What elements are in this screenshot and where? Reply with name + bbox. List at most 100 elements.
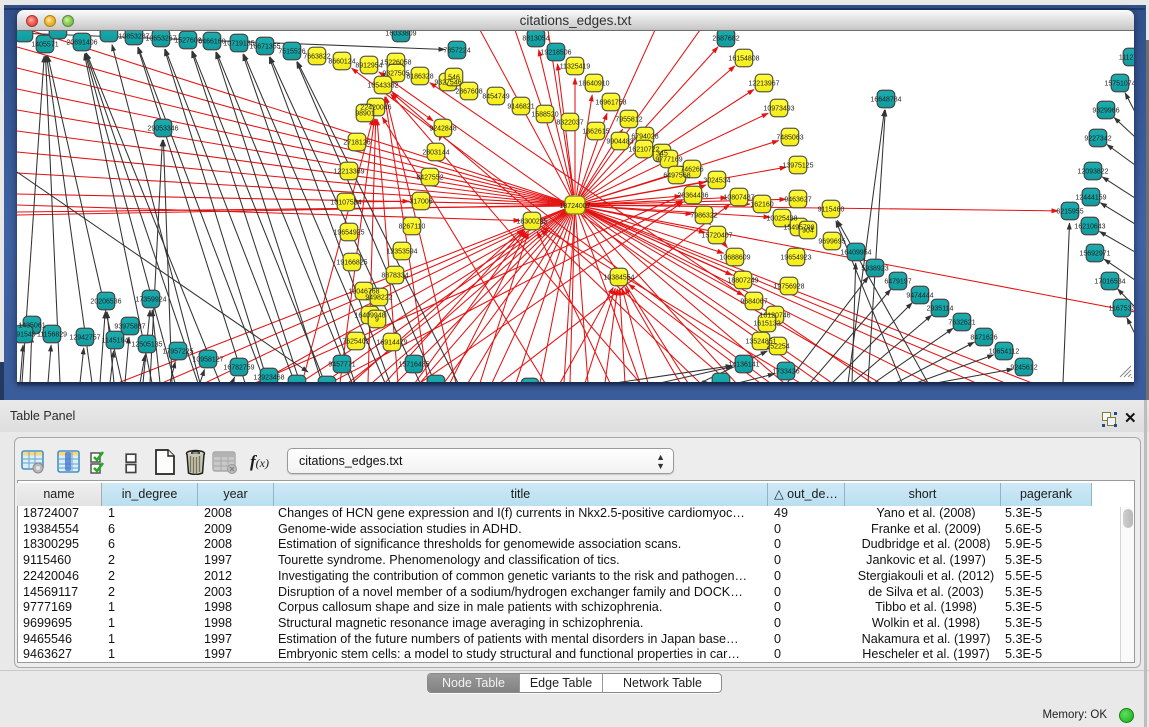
- svg-text:19218506: 19218506: [540, 50, 571, 57]
- svg-text:7625402: 7625402: [342, 339, 369, 346]
- svg-text:12923468: 12923468: [253, 375, 284, 382]
- svg-text:19384554: 19384554: [603, 275, 634, 282]
- svg-text:8813054: 8813054: [522, 36, 549, 43]
- svg-text:18640910: 18640910: [578, 81, 609, 88]
- svg-text:12353594: 12353594: [386, 249, 417, 256]
- svg-text:12213967: 12213967: [748, 81, 779, 88]
- svg-text:8912954: 8912954: [355, 63, 382, 70]
- svg-text:19166825: 19166825: [336, 260, 367, 267]
- svg-text:1167533: 1167533: [1109, 306, 1134, 313]
- svg-text:16961758: 16961758: [595, 100, 626, 107]
- svg-text:12444159: 12444159: [1075, 195, 1106, 202]
- svg-text:7485063: 7485063: [776, 135, 803, 142]
- svg-text:10025438: 10025438: [766, 216, 797, 223]
- svg-text:6479197: 6479197: [884, 279, 911, 286]
- svg-text:8322037: 8322037: [556, 120, 583, 127]
- svg-text:1112714: 1112714: [1119, 55, 1134, 62]
- svg-text:16782759: 16782759: [223, 365, 254, 372]
- svg-text:252254: 252254: [766, 344, 789, 351]
- svg-text:18724007: 18724007: [559, 203, 590, 210]
- svg-text:17016534: 17016534: [1094, 279, 1125, 286]
- svg-text:2935114: 2935114: [927, 306, 954, 313]
- svg-text:8878334: 8878334: [381, 273, 408, 280]
- svg-text:1405571: 1405571: [31, 42, 58, 49]
- svg-text:9457771: 9457771: [328, 362, 355, 369]
- svg-text:17957225: 17957225: [162, 349, 193, 356]
- svg-text:16120746: 16120746: [759, 313, 790, 320]
- svg-text:1733426: 1733426: [772, 369, 799, 376]
- svg-text:9777169: 9777169: [655, 157, 682, 164]
- svg-text:546: 546: [448, 75, 460, 82]
- svg-text:11156829: 11156829: [37, 332, 67, 339]
- svg-text:1362615: 1362615: [582, 129, 609, 136]
- svg-text:162160: 162160: [750, 202, 773, 209]
- svg-text:7663822: 7663822: [303, 54, 330, 61]
- svg-text:16648784: 16648784: [870, 97, 901, 104]
- svg-text:9684067: 9684067: [740, 299, 767, 306]
- svg-text:8454749: 8454749: [482, 94, 509, 101]
- svg-text:8267110: 8267110: [399, 224, 426, 231]
- svg-text:391549: 391549: [17, 332, 36, 339]
- svg-text:20206536: 20206536: [90, 299, 121, 306]
- svg-text:5938923: 5938923: [861, 266, 888, 273]
- svg-text:2687682: 2687682: [712, 36, 739, 43]
- svg-text:6466160: 6466160: [198, 39, 225, 46]
- svg-text:17359924: 17359924: [135, 297, 166, 304]
- svg-text:7857224: 7857224: [443, 48, 470, 55]
- svg-text:9699695: 9699695: [818, 239, 845, 246]
- svg-text:16210643: 16210643: [1074, 224, 1105, 231]
- svg-text:98901: 98901: [355, 111, 375, 118]
- svg-text:15751074: 15751074: [1104, 81, 1134, 88]
- svg-text:6794028: 6794028: [631, 134, 658, 141]
- svg-text:16914479: 16914479: [376, 340, 407, 347]
- svg-text:29053346: 29053346: [147, 126, 178, 133]
- svg-text:9115460: 9115460: [818, 207, 845, 214]
- svg-text:16210722: 16210722: [628, 147, 659, 154]
- svg-text:9: 9: [375, 317, 379, 324]
- svg-text:12093822: 12093822: [1077, 169, 1108, 176]
- svg-text:15716485: 15716485: [398, 362, 429, 369]
- svg-text:1588520: 1588520: [531, 112, 558, 119]
- svg-text:6497568: 6497568: [663, 173, 690, 180]
- svg-text:10973493: 10973493: [763, 106, 794, 113]
- svg-text:15692971: 15692971: [1079, 251, 1110, 258]
- svg-text:12213369: 12213369: [333, 169, 364, 176]
- svg-text:20691406: 20691406: [66, 40, 97, 47]
- svg-text:9463627: 9463627: [784, 197, 811, 204]
- svg-text:10653267: 10653267: [145, 36, 176, 43]
- svg-text:19654925: 19654925: [333, 230, 364, 237]
- svg-text:19654923: 19654923: [780, 255, 811, 262]
- svg-text:19756928: 19756928: [773, 284, 804, 291]
- svg-text:9474444: 9474444: [906, 293, 933, 300]
- svg-text:11325419: 11325419: [560, 64, 591, 71]
- svg-text:1145194: 1145194: [102, 338, 129, 345]
- svg-text:16409948: 16409948: [354, 313, 385, 320]
- svg-text:18807249: 18807249: [727, 278, 758, 285]
- svg-text:8215955: 8215955: [1056, 209, 1083, 216]
- svg-text:904: 904: [802, 228, 814, 235]
- svg-text:10807487: 10807487: [723, 195, 754, 202]
- svg-text:8660124: 8660124: [328, 59, 355, 66]
- svg-text:15226058: 15226058: [380, 60, 411, 67]
- svg-text:9329966: 9329966: [1092, 108, 1119, 115]
- svg-text:8471626: 8471626: [970, 335, 997, 342]
- svg-text:10654112: 10654112: [989, 349, 1020, 356]
- svg-text:10107534: 10107534: [330, 200, 361, 207]
- svg-text:10958127: 10958127: [192, 357, 223, 364]
- svg-text:746266: 746266: [680, 167, 703, 174]
- svg-text:9498222: 9498222: [365, 295, 392, 302]
- svg-text:14136141: 14136141: [728, 362, 759, 369]
- svg-text:15720407: 15720407: [701, 233, 732, 240]
- svg-text:9242848: 9242848: [429, 126, 456, 133]
- svg-text:9904483: 9904483: [606, 139, 633, 146]
- svg-text:317006: 317006: [409, 199, 432, 206]
- svg-text:8427552: 8427552: [416, 175, 443, 182]
- svg-text:18300295: 18300295: [516, 219, 547, 226]
- svg-text:16409954: 16409954: [840, 250, 871, 257]
- svg-text:9227342: 9227342: [1084, 136, 1111, 143]
- svg-text:16033809: 16033809: [385, 31, 416, 38]
- svg-text:7632621: 7632621: [948, 320, 975, 327]
- svg-text:3024534: 3024534: [703, 178, 730, 185]
- svg-text:2867608: 2867608: [455, 89, 482, 96]
- svg-text:2803144: 2803144: [422, 150, 449, 157]
